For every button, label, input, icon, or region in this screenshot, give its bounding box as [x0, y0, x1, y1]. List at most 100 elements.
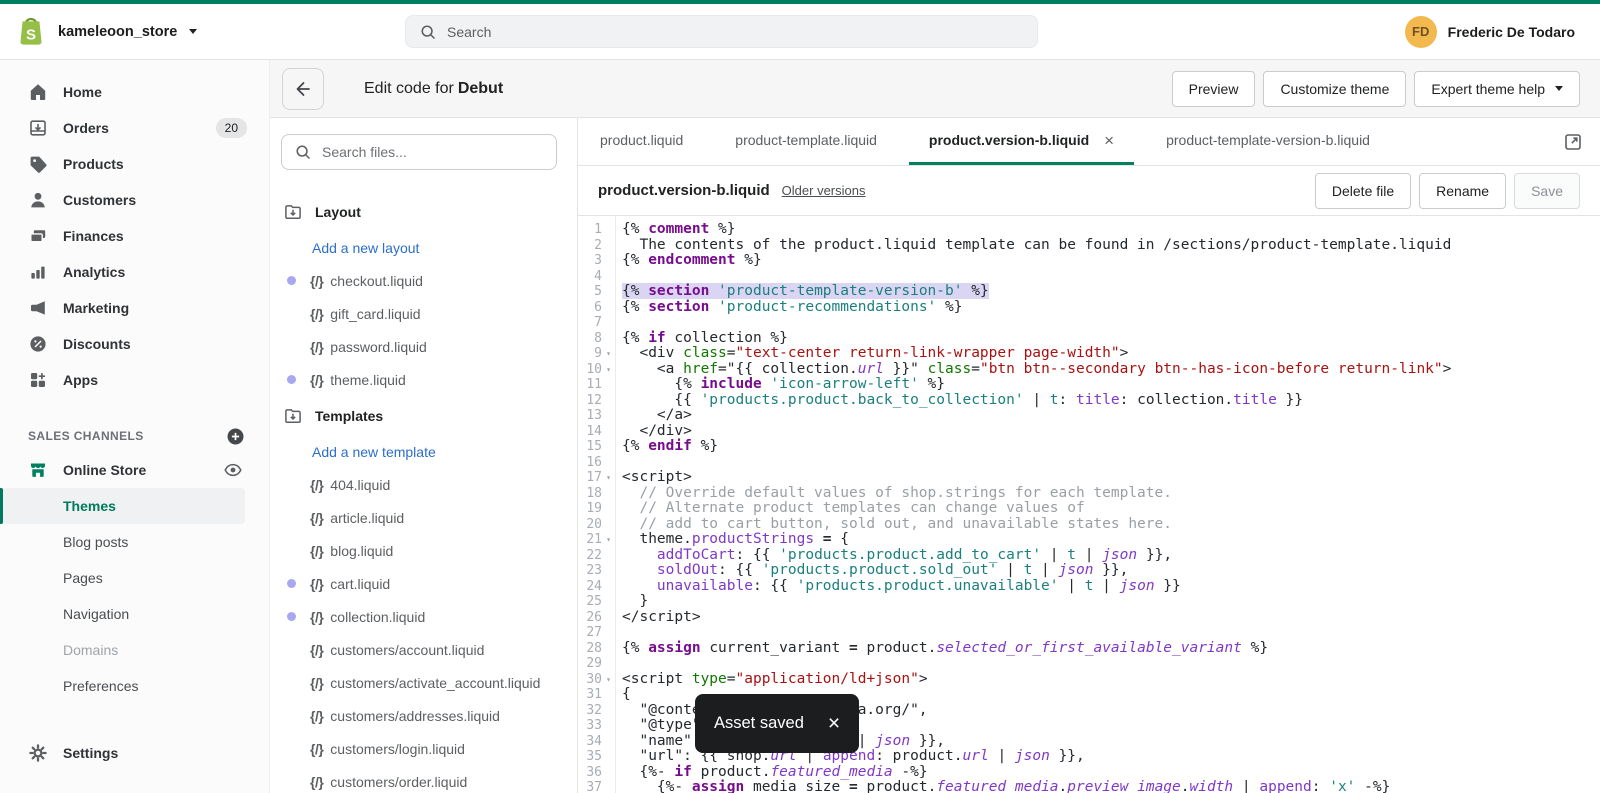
fold-gutter [602, 424, 615, 440]
fold-arrow-icon[interactable]: ▾ [602, 362, 615, 378]
sidebar-subitem-blog-posts[interactable]: Blog posts [0, 524, 245, 560]
delete-file-button[interactable]: Delete file [1315, 173, 1411, 209]
global-search-input[interactable] [447, 24, 1025, 40]
code-line-5: 5{% section 'product-template-version-b'… [578, 284, 1600, 300]
sidebar-subitem-themes[interactable]: Themes [0, 488, 245, 524]
file-search-input[interactable] [322, 144, 545, 160]
discounts-icon [28, 334, 48, 354]
user-menu[interactable]: FD Frederic De Todaro [1405, 16, 1575, 48]
modified-dot [287, 375, 296, 384]
code-line-12: 12 {{ 'products.product.back_to_collecti… [578, 393, 1600, 409]
sidebar-item-home[interactable]: Home [0, 74, 269, 110]
fold-arrow-icon[interactable]: ▾ [602, 532, 615, 548]
eye-icon[interactable] [223, 460, 243, 480]
code-line-30: 30▾<script type="application/ld+json"> [578, 672, 1600, 688]
sidebar-subitem-pages[interactable]: Pages [0, 560, 245, 596]
fold-arrow-icon[interactable]: ▾ [602, 470, 615, 486]
line-number: 4 [578, 269, 602, 285]
file-item-cart-liquid[interactable]: {/}cart.liquid [270, 567, 577, 600]
fold-arrow-icon[interactable]: ▾ [602, 346, 615, 362]
sidebar-item-products[interactable]: Products [0, 146, 269, 182]
preview-button[interactable]: Preview [1172, 71, 1256, 107]
file-item-customers-login-liquid[interactable]: {/}customers/login.liquid [270, 732, 577, 765]
line-number: 8 [578, 331, 602, 347]
folder-download-icon [283, 406, 303, 426]
file-item-theme-liquid[interactable]: {/}theme.liquid [270, 363, 577, 396]
sidebar-item-orders[interactable]: Orders20 [0, 110, 269, 146]
tab-product-template-version-b-liquid[interactable]: product-template-version-b.liquid [1146, 118, 1390, 165]
sidebar-subitem-navigation[interactable]: Navigation [0, 596, 245, 632]
sidebar-item-apps[interactable]: Apps [0, 362, 269, 398]
file-item-checkout-liquid[interactable]: {/}checkout.liquid [270, 264, 577, 297]
older-versions-link[interactable]: Older versions [782, 183, 866, 198]
fold-gutter [602, 253, 615, 269]
sidebar-item-customers[interactable]: Customers [0, 182, 269, 218]
file-item-gift-card-liquid[interactable]: {/}gift_card.liquid [270, 297, 577, 330]
code-line-8: 8{% if collection %} [578, 331, 1600, 347]
code-editor: product.liquid product-template.liquid pro… [578, 118, 1600, 793]
add-link-templates[interactable]: Add a new template [270, 436, 577, 468]
fold-gutter [602, 486, 615, 502]
line-number: 34 [578, 734, 602, 750]
tree-section-templates[interactable]: Templates [270, 396, 577, 436]
fold-arrow-icon[interactable]: ▾ [602, 672, 615, 688]
close-icon[interactable]: × [828, 713, 840, 734]
marketing-icon [28, 298, 48, 318]
line-number: 10 [578, 362, 602, 378]
store-switcher[interactable]: S kameleoon_store [16, 15, 197, 49]
liquid-file-icon: {/} [310, 774, 323, 790]
line-number: 2 [578, 238, 602, 254]
user-name: Frederic De Todaro [1448, 24, 1575, 40]
tree-section-layout[interactable]: Layout [270, 192, 577, 232]
rename-button[interactable]: Rename [1419, 173, 1506, 209]
file-tree: LayoutAdd a new layout{/}checkout.liquid… [270, 192, 577, 793]
tab-product-template-liquid[interactable]: product-template.liquid [715, 118, 897, 165]
liquid-file-icon: {/} [310, 642, 323, 658]
file-item-customers-activate-account-liquid[interactable]: {/}customers/activate_account.liquid [270, 666, 577, 699]
file-item-404-liquid[interactable]: {/}404.liquid [270, 468, 577, 501]
file-item-customers-order-liquid[interactable]: {/}customers/order.liquid [270, 765, 577, 793]
sidebar-item-settings[interactable]: Settings [0, 735, 269, 771]
customize-theme-button[interactable]: Customize theme [1263, 71, 1406, 107]
code-line-20: 20 // add to cart button, sold out, and … [578, 517, 1600, 533]
line-number: 12 [578, 393, 602, 409]
code-line-13: 13 </a> [578, 408, 1600, 424]
line-number: 23 [578, 563, 602, 579]
sidebar-subitem-domains[interactable]: Domains [0, 632, 245, 668]
sidebar-item-online-store[interactable]: Online Store [0, 452, 269, 488]
file-item-article-liquid[interactable]: {/}article.liquid [270, 501, 577, 534]
search-icon [418, 22, 438, 42]
code-line-26: 26</script> [578, 610, 1600, 626]
file-search[interactable] [281, 134, 557, 170]
file-item-blog-liquid[interactable]: {/}blog.liquid [270, 534, 577, 567]
code-line-10: 10▾ <a href="{{ collection.url }}" class… [578, 362, 1600, 378]
sidebar-item-analytics[interactable]: Analytics [0, 254, 269, 290]
back-button[interactable] [282, 68, 324, 110]
tab-product-liquid[interactable]: product.liquid [580, 118, 703, 165]
fold-gutter [602, 284, 615, 300]
code-line-6: 6{% section 'product-recommendations' %} [578, 300, 1600, 316]
expert-theme-help-button[interactable]: Expert theme help [1414, 71, 1580, 107]
fold-gutter [602, 269, 615, 285]
expand-icon[interactable] [1563, 132, 1583, 152]
file-item-password-liquid[interactable]: {/}password.liquid [270, 330, 577, 363]
sidebar-item-label: Discounts [63, 336, 131, 352]
theme-name: Debut [458, 80, 503, 97]
liquid-file-icon: {/} [310, 609, 323, 625]
modified-dot [287, 579, 296, 588]
sidebar-item-discounts[interactable]: Discounts [0, 326, 269, 362]
add-link-layout[interactable]: Add a new layout [270, 232, 577, 264]
file-item-customers-account-liquid[interactable]: {/}customers/account.liquid [270, 633, 577, 666]
tab-product-version-b-liquid[interactable]: product.version-b.liquid× [909, 118, 1134, 165]
sidebar-item-marketing[interactable]: Marketing [0, 290, 269, 326]
file-item-customers-addresses-liquid[interactable]: {/}customers/addresses.liquid [270, 699, 577, 732]
global-search[interactable] [405, 15, 1038, 48]
sidebar-item-finances[interactable]: Finances [0, 218, 269, 254]
sidebar-subitem-preferences[interactable]: Preferences [0, 668, 245, 704]
save-button[interactable]: Save [1514, 173, 1580, 209]
plus-circle-icon[interactable] [225, 426, 245, 446]
close-icon[interactable]: × [1104, 132, 1114, 149]
line-number: 33 [578, 718, 602, 734]
fold-gutter [602, 377, 615, 393]
file-item-collection-liquid[interactable]: {/}collection.liquid [270, 600, 577, 633]
